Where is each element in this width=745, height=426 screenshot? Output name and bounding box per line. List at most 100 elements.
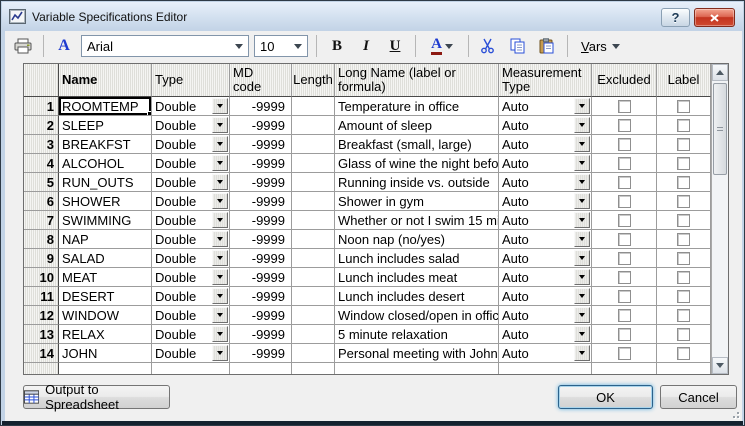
long-name-cell[interactable]: Personal meeting with John [335, 344, 499, 363]
font-size-combobox[interactable]: 10 [254, 35, 308, 57]
measurement-type-cell[interactable]: Auto [499, 116, 592, 135]
measurement-type-dropdown-button[interactable] [574, 345, 590, 361]
excluded-checkbox[interactable] [618, 176, 631, 189]
name-cell[interactable]: ROOMTEMP [59, 97, 152, 116]
md-code-cell[interactable]: -9999 [230, 211, 292, 230]
long-name-cell[interactable]: Running inside vs. outside [335, 173, 499, 192]
row-header-12[interactable]: 12 [24, 306, 59, 325]
measurement-type-dropdown-button[interactable] [574, 250, 590, 266]
excluded-checkbox[interactable] [618, 271, 631, 284]
md-code-cell[interactable]: -9999 [230, 135, 292, 154]
row-header-9[interactable]: 9 [24, 249, 59, 268]
type-dropdown-button[interactable] [212, 212, 228, 228]
measurement-type-dropdown-button[interactable] [574, 117, 590, 133]
column-header-name[interactable]: Name [59, 64, 152, 97]
type-cell[interactable]: Double [152, 325, 230, 344]
excluded-checkbox[interactable] [618, 157, 631, 170]
font-name-combobox[interactable]: Arial [81, 35, 249, 57]
measurement-type-cell[interactable]: Auto [499, 325, 592, 344]
type-dropdown-button[interactable] [212, 231, 228, 247]
excluded-checkbox[interactable] [618, 138, 631, 151]
length-cell[interactable] [292, 230, 335, 249]
name-cell[interactable]: BREAKFST [59, 135, 152, 154]
long-name-cell[interactable]: 5 minute relaxation [335, 325, 499, 344]
paste-button[interactable] [535, 34, 559, 58]
column-header-type[interactable]: Type [152, 64, 230, 97]
type-dropdown-button[interactable] [212, 174, 228, 190]
excluded-checkbox[interactable] [618, 233, 631, 246]
font-button[interactable]: A [52, 34, 76, 58]
long-name-cell[interactable]: Glass of wine the night before [335, 154, 499, 173]
type-cell[interactable]: Double [152, 249, 230, 268]
label-checkbox[interactable] [677, 252, 690, 265]
type-dropdown-button[interactable] [212, 136, 228, 152]
row-header-13[interactable]: 13 [24, 325, 59, 344]
label-checkbox[interactable] [677, 309, 690, 322]
length-cell[interactable] [292, 325, 335, 344]
label-checkbox[interactable] [677, 119, 690, 132]
md-code-cell[interactable]: -9999 [230, 173, 292, 192]
type-dropdown-button[interactable] [212, 307, 228, 323]
column-header-num[interactable] [24, 64, 59, 97]
excluded-checkbox[interactable] [618, 195, 631, 208]
vars-menu-button[interactable]: Vars [576, 34, 625, 58]
row-header-14[interactable]: 14 [24, 344, 59, 363]
name-cell[interactable]: NAP [59, 230, 152, 249]
long-name-cell[interactable]: Temperature in office [335, 97, 499, 116]
type-dropdown-button[interactable] [212, 155, 228, 171]
row-header-3[interactable]: 3 [24, 135, 59, 154]
type-cell[interactable]: Double [152, 192, 230, 211]
measurement-type-dropdown-button[interactable] [574, 98, 590, 114]
measurement-type-cell[interactable]: Auto [499, 211, 592, 230]
column-header-length[interactable]: Length [292, 64, 335, 97]
column-header-label[interactable]: Label [657, 64, 711, 97]
excluded-checkbox[interactable] [618, 290, 631, 303]
md-code-cell[interactable]: -9999 [230, 116, 292, 135]
name-cell[interactable]: SALAD [59, 249, 152, 268]
length-cell[interactable] [292, 135, 335, 154]
md-code-cell[interactable]: -9999 [230, 192, 292, 211]
column-header-measurement_type[interactable]: Measurement Type [499, 64, 592, 97]
label-checkbox[interactable] [677, 176, 690, 189]
type-dropdown-button[interactable] [212, 269, 228, 285]
excluded-checkbox[interactable] [618, 309, 631, 322]
label-checkbox[interactable] [677, 271, 690, 284]
column-header-long_name[interactable]: Long Name (label or formula) [335, 64, 499, 97]
label-checkbox[interactable] [677, 214, 690, 227]
row-header-10[interactable]: 10 [24, 268, 59, 287]
type-dropdown-button[interactable] [212, 326, 228, 342]
type-cell[interactable]: Double [152, 268, 230, 287]
long-name-cell[interactable]: Amount of sleep [335, 116, 499, 135]
type-dropdown-button[interactable] [212, 117, 228, 133]
row-header-7[interactable]: 7 [24, 211, 59, 230]
length-cell[interactable] [292, 344, 335, 363]
excluded-checkbox[interactable] [618, 119, 631, 132]
type-cell[interactable]: Double [152, 173, 230, 192]
measurement-type-dropdown-button[interactable] [574, 326, 590, 342]
label-checkbox[interactable] [677, 347, 690, 360]
long-name-cell[interactable]: Lunch includes salad [335, 249, 499, 268]
help-button[interactable]: ? [661, 8, 690, 27]
label-checkbox[interactable] [677, 157, 690, 170]
md-code-cell[interactable]: -9999 [230, 344, 292, 363]
type-dropdown-button[interactable] [212, 98, 228, 114]
scroll-up-button[interactable] [712, 64, 728, 81]
close-button[interactable] [694, 8, 735, 27]
row-header-1[interactable]: 1 [24, 97, 59, 116]
underline-button[interactable]: U [383, 34, 407, 58]
name-cell[interactable]: WINDOW [59, 306, 152, 325]
row-header-2[interactable]: 2 [24, 116, 59, 135]
excluded-checkbox[interactable] [618, 347, 631, 360]
excluded-checkbox[interactable] [618, 100, 631, 113]
bold-button[interactable]: B [325, 34, 349, 58]
type-cell[interactable]: Double [152, 97, 230, 116]
measurement-type-dropdown-button[interactable] [574, 136, 590, 152]
copy-button[interactable] [506, 34, 530, 58]
name-cell[interactable]: DESERT [59, 287, 152, 306]
long-name-cell[interactable]: Window closed/open in office [335, 306, 499, 325]
name-cell[interactable]: ALCOHOL [59, 154, 152, 173]
excluded-checkbox[interactable] [618, 328, 631, 341]
md-code-cell[interactable]: -9999 [230, 306, 292, 325]
length-cell[interactable] [292, 97, 335, 116]
length-cell[interactable] [292, 211, 335, 230]
